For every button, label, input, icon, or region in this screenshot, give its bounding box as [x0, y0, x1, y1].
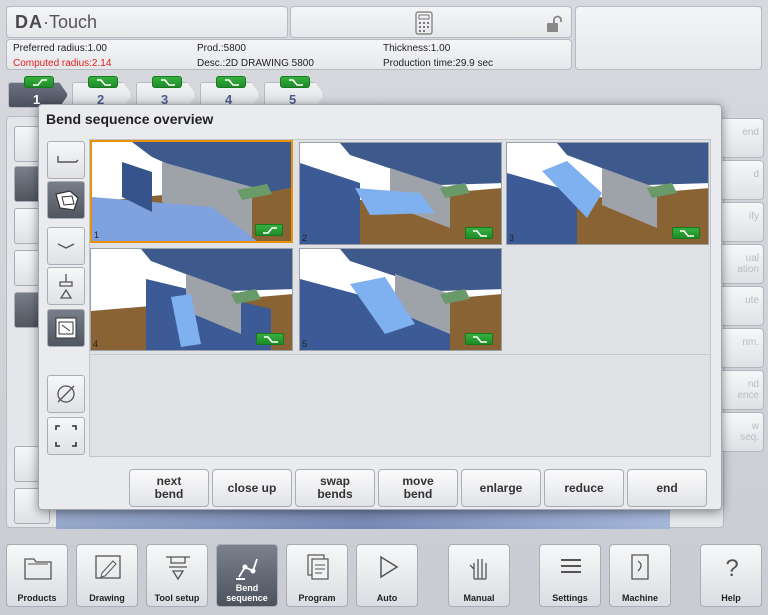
product-info-panel: Preferred radius:1.00 Computed radius:2.… [6, 39, 572, 70]
bend-down-icon [672, 227, 700, 239]
bend-down-icon [465, 333, 493, 345]
bend-up-icon [255, 224, 283, 236]
thickness: Thickness:1.00 [383, 43, 451, 54]
collision-icon [57, 385, 75, 403]
calculator-icon[interactable] [415, 11, 433, 35]
folder-icon [24, 558, 52, 580]
production-time: Production time:29.9 sec [383, 58, 494, 69]
swap-bends-button[interactable]: swap bends [295, 469, 375, 507]
bg-right-button-7[interactable]: nd ence [718, 370, 764, 410]
bg-right-button-2[interactable]: d [718, 160, 764, 200]
view-tool-button[interactable] [47, 375, 85, 413]
view-tool-button[interactable] [47, 227, 85, 265]
nav-bend-sequence[interactable]: Bend sequence [216, 544, 278, 607]
bend-down-icon [152, 76, 182, 88]
bg-right-button-8[interactable]: w seq. [718, 412, 764, 452]
bend-down-icon [280, 76, 310, 88]
bend-sequence-overview-dialog: Bend sequence overview 1 2 3 4 5 next be… [38, 104, 722, 510]
nav-manual[interactable]: Manual [448, 544, 510, 607]
bg-right-button-1[interactable]: end [718, 118, 764, 158]
bg-right-button-4[interactable]: ual ation [718, 244, 764, 284]
view-tool-button[interactable] [47, 417, 85, 455]
svg-text:?: ? [725, 555, 738, 581]
robot-icon [236, 558, 258, 580]
drawing-view-icon [55, 317, 77, 339]
nav-drawing[interactable]: Drawing [76, 544, 138, 607]
app-logo: DA·Touch [15, 12, 98, 32]
close-up-button[interactable]: close up [212, 469, 292, 507]
part-3d-icon [55, 190, 79, 211]
machine-icon [631, 554, 649, 580]
bend-thumbnail-5[interactable]: 5 [299, 248, 502, 351]
bend-thumbnail-2[interactable]: 2 [299, 142, 502, 245]
bg-right-button-6[interactable]: nm. [718, 328, 764, 368]
product-description: Desc.:2D DRAWING 5800 [197, 58, 314, 69]
bend-down-icon [57, 243, 75, 249]
nav-products[interactable]: Products [6, 544, 68, 607]
pencil-icon [95, 555, 121, 579]
bend-thumbnail-3[interactable]: 3 [506, 142, 709, 245]
bg-right-button-3[interactable]: ify [718, 202, 764, 242]
unlock-icon[interactable] [545, 15, 563, 33]
header-center-panel [290, 6, 572, 38]
nav-auto[interactable]: Auto [356, 544, 418, 607]
logo-panel: DA·Touch [6, 6, 288, 38]
bend-down-icon [216, 76, 246, 88]
enlarge-button[interactable]: enlarge [461, 469, 541, 507]
preferred-radius: Preferred radius:1.00 [13, 43, 107, 54]
bend-down-icon [256, 333, 284, 345]
bend-thumbnail-1[interactable]: 1 [90, 140, 293, 243]
dialog-toolbar [47, 141, 85, 455]
bg-right-button-5[interactable]: ute [718, 286, 764, 326]
nav-program[interactable]: Program [286, 544, 348, 607]
fit-screen-icon [55, 425, 77, 447]
nav-help[interactable]: ? Help [700, 544, 762, 607]
next-bend-button[interactable]: next bend [129, 469, 209, 507]
tool-icon [59, 274, 73, 299]
play-icon [380, 555, 399, 579]
view-tool-button[interactable] [47, 181, 85, 219]
reduce-button[interactable]: reduce [544, 469, 624, 507]
bend-down-icon [465, 227, 493, 239]
nav-settings[interactable]: Settings [539, 544, 601, 607]
nav-machine[interactable]: Machine [609, 544, 671, 607]
list-icon [561, 559, 581, 573]
header-right-panel [575, 6, 762, 70]
end-button[interactable]: end [627, 469, 707, 507]
bend-thumbnail-grid: 1 2 3 4 5 [89, 139, 711, 457]
bend-profile-icon [57, 156, 79, 163]
grid-divider [90, 354, 710, 355]
view-tool-button[interactable] [47, 267, 85, 305]
nav-tool-setup[interactable]: Tool setup [146, 544, 208, 607]
move-bend-button[interactable]: move bend [378, 469, 458, 507]
computed-radius: Computed radius:2.14 [13, 58, 112, 69]
product-id: Prod.:5800 [197, 43, 246, 54]
tool-icon [166, 556, 190, 581]
view-tool-button[interactable] [47, 141, 85, 179]
hand-icon [469, 559, 487, 580]
view-tool-button[interactable] [47, 309, 85, 347]
bend-up-icon [24, 76, 54, 88]
pages-icon [307, 554, 329, 580]
bend-down-icon [88, 76, 118, 88]
question-icon: ? [725, 555, 738, 581]
dialog-title: Bend sequence overview [46, 111, 214, 127]
bend-thumbnail-4[interactable]: 4 [90, 248, 293, 351]
